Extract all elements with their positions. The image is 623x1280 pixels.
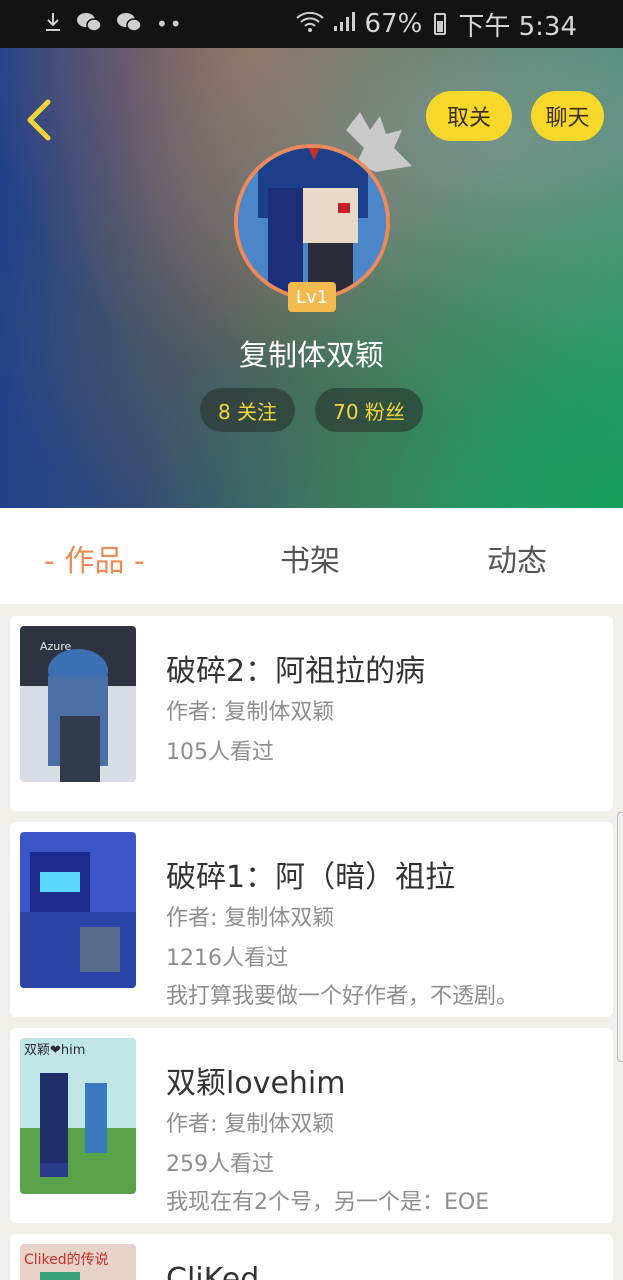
- work-author: 作者: 复制体双颖: [166, 906, 335, 931]
- profile-tabs: - 作品 - 书架 动态: [0, 508, 623, 604]
- wifi-icon: [295, 9, 325, 39]
- username: 复制体双颖: [238, 338, 384, 372]
- avatar[interactable]: [234, 144, 390, 300]
- work-cover: Azure: [20, 626, 136, 782]
- work-views: 259人看过: [166, 1152, 274, 1177]
- tab-activity[interactable]: 动态: [487, 536, 547, 580]
- work-views: 105人看过: [166, 740, 274, 765]
- work-title: 破碎1：阿（暗）祖拉: [166, 860, 456, 895]
- battery-percent: 67%: [364, 9, 423, 39]
- back-button[interactable]: [22, 96, 62, 144]
- fans-count[interactable]: 70 粉丝: [315, 388, 423, 432]
- work-title: 破碎2：阿祖拉的病: [166, 654, 426, 689]
- chevron-left-icon: [27, 99, 51, 141]
- level-badge: Lv1: [288, 282, 336, 312]
- work-cover: 双颖❤him: [20, 1038, 136, 1194]
- unfollow-button[interactable]: 取关: [426, 91, 512, 141]
- work-description: 我现在有2个号，另一个是：EOE: [166, 1190, 490, 1215]
- work-title: CliKed: [166, 1262, 260, 1280]
- cover-label: Cliked的传说: [24, 1252, 109, 1268]
- cover-label: 双颖❤him: [24, 1043, 85, 1058]
- work-description: 我打算我要做一个好作者，不透剧。: [166, 984, 519, 1009]
- download-icon: [44, 11, 62, 38]
- work-card[interactable]: Azure 破碎2：阿祖拉的病 作者: 复制体双颖 105人看过: [10, 616, 613, 811]
- avatar-image: [238, 148, 386, 296]
- work-views: 1216人看过: [166, 946, 288, 971]
- tab-bookshelf[interactable]: 书架: [280, 536, 340, 580]
- work-cover: [20, 832, 136, 988]
- work-cover: Cliked的传说: [20, 1244, 136, 1280]
- scrollbar[interactable]: [617, 812, 623, 1062]
- work-title: 双颖lovehim: [166, 1066, 346, 1101]
- work-card[interactable]: Cliked的传说 CliKed: [10, 1234, 613, 1280]
- clock: 下午 5:34: [458, 11, 577, 42]
- chat-button[interactable]: 聊天: [531, 91, 604, 141]
- wechat-icon: [76, 11, 102, 38]
- work-card[interactable]: 双颖❤him 双颖lovehim 作者: 复制体双颖 259人看过 我现在有2个…: [10, 1028, 613, 1223]
- more-dots-icon: ••: [156, 12, 184, 36]
- following-count[interactable]: 8 关注: [200, 388, 295, 432]
- status-bar: •• 67% 下午 5:34: [0, 0, 623, 48]
- tab-works[interactable]: - 作品 -: [44, 536, 145, 580]
- work-author: 作者: 复制体双颖: [166, 700, 335, 725]
- battery-icon: [434, 13, 447, 35]
- wechat-icon: [116, 11, 142, 38]
- work-author: 作者: 复制体双颖: [166, 1112, 335, 1137]
- work-card[interactable]: 破碎1：阿（暗）祖拉 作者: 复制体双颖 1216人看过 我打算我要做一个好作者…: [10, 822, 613, 1017]
- cover-label: Azure: [40, 640, 72, 653]
- signal-icon: [333, 9, 357, 39]
- profile-header: 取关 聊天 Lv1 复制体双颖 8 关注 70 粉丝: [0, 48, 623, 508]
